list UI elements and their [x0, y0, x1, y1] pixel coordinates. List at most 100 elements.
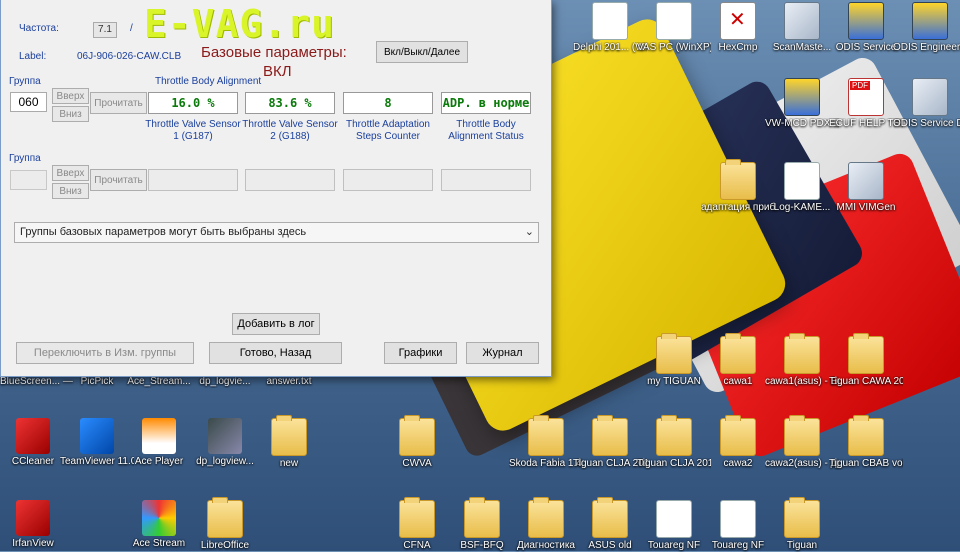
desktop-icon-delphi[interactable]: Delphi 201... (WinXP) — [573, 2, 647, 54]
group2-up-button[interactable]: Вверх — [52, 165, 89, 181]
desktop-icon-my-tiguan[interactable]: my TIGUAN — [637, 333, 711, 388]
desktop-icon-log-kame[interactable]: Log-KAME... — [765, 162, 839, 214]
desktop-icon-odis-diagnostic[interactable]: ODIS Service Diagnostic... — [893, 78, 960, 130]
desktop-icon-libreoffice[interactable]: LibreOffice — [188, 497, 262, 552]
hexcmp-icon — [720, 2, 756, 40]
group2-value-3 — [343, 169, 433, 191]
basic-groups-dropdown[interactable]: Группы базовых параметров могут быть выб… — [14, 222, 539, 243]
folder-icon — [399, 497, 435, 538]
ccleaner-icon — [16, 418, 50, 454]
group2-value-4 — [441, 169, 531, 191]
odis-engineering-icon — [912, 2, 948, 40]
folder-icon — [207, 497, 243, 538]
pdx-builder-icon — [784, 78, 820, 116]
desktop-icon-ace-stream-2[interactable]: Ace Stream — [122, 500, 196, 550]
group1-caption-4: Throttle Body Alignment Status — [448, 119, 524, 142]
group2-number-input[interactable] — [10, 170, 47, 190]
group1-up-button[interactable]: Вверх — [52, 88, 89, 104]
desktop-icon-ace-player[interactable]: Ace Player — [122, 418, 196, 468]
delphi-icon — [592, 2, 628, 40]
desktop-icon-cawa1-asus[interactable]: cawa1(asus) - Evander1... — [765, 333, 839, 388]
desktop-icon-odis-engineering[interactable]: ODIS Engineering — [893, 2, 960, 54]
folder-icon — [656, 333, 692, 374]
folder-icon — [720, 333, 756, 374]
desktop-icon-bsf-bfq[interactable]: BSF-BFQ — [445, 497, 519, 552]
folder-icon — [656, 500, 692, 538]
toggle-next-button[interactable]: Вкл/Выкл/Далее — [376, 41, 468, 63]
done-back-button[interactable]: Готово, Назад — [209, 342, 342, 364]
desktop-icon-tiguan-clja-2[interactable]: Tiguan CLJA 2012_Max... — [637, 415, 711, 470]
vas-pc-icon — [656, 2, 692, 40]
vimgen-icon — [848, 162, 884, 200]
desktop-icon-touareg-nf-2[interactable]: Touareg NF — [701, 500, 775, 552]
folder-icon — [720, 415, 756, 456]
desktop-icon-skoda-fabia[interactable]: Skoda Fabia 1.4 BXW K... — [509, 415, 583, 470]
desktop-icon-cawa1[interactable]: cawa1 — [701, 333, 775, 388]
group1-read-button[interactable]: Прочитать — [90, 92, 147, 114]
folder-icon — [592, 415, 628, 456]
desktop-icon-pdx-builder[interactable]: VW-MCD PDX-Builder — [765, 78, 839, 130]
group1-number-input[interactable]: 060 — [10, 92, 47, 112]
switch-to-measuring-groups-button[interactable]: Переключить в Изм. группы — [16, 342, 194, 364]
group2-down-button[interactable]: Вниз — [52, 183, 89, 199]
group1-caption-3: Throttle Adaptation Steps Counter — [346, 119, 430, 142]
folder-icon — [848, 333, 884, 374]
folder-icon — [464, 497, 500, 538]
folder-icon — [720, 500, 756, 538]
frequency-value: 7.1 — [93, 22, 117, 38]
desktop-icon-tiguan-cbab[interactable]: Tiguan CBAB volks-ebur... — [829, 415, 903, 470]
add-to-log-button[interactable]: Добавить в лог — [232, 313, 320, 335]
desktop-icon-dp-logview-1[interactable]: dp_logvie... — [188, 376, 262, 388]
label-file: 06J-906-026-CAW.CLB — [77, 51, 182, 62]
group1-down-button[interactable]: Вниз — [52, 106, 89, 122]
desktop-icon-tiguan-clja-1[interactable]: Tiguan CLJA 2012 89126... — [573, 415, 647, 470]
dropdown-selected-text: Группы базовых параметров могут быть выб… — [20, 226, 307, 238]
desktop-icon-diagnostics[interactable]: Диагностика — [509, 497, 583, 552]
folder-icon — [720, 159, 756, 200]
group1-value-4: ADP. в норме — [441, 92, 531, 114]
basic-settings-state: ВКЛ — [263, 63, 292, 80]
basic-settings-window: Частота: 7.1 / E-VAG.ru Label: 06J-906-0… — [0, 0, 552, 377]
desktop-icon-new-folder[interactable]: new — [252, 415, 326, 470]
group1-value-2: 83.6 % — [245, 92, 335, 114]
desktop-icon-scanmaster[interactable]: ScanMaste... — [765, 2, 839, 54]
desktop-icon-cfna[interactable]: CFNA — [380, 497, 454, 552]
folder-icon — [528, 497, 564, 538]
odis-service-icon — [848, 2, 884, 40]
desktop-icon-touareg-nf-1[interactable]: Touareg NF — [637, 500, 711, 552]
desktop-icon-ace-stream-1[interactable]: Ace_Stream... — [122, 376, 196, 388]
scanmaster-icon — [784, 2, 820, 40]
folder-icon — [271, 415, 307, 456]
graphs-button[interactable]: Графики — [384, 342, 457, 364]
group2-caption: Группа — [9, 153, 41, 164]
desktop-icon-answer-txt[interactable]: answer.txt — [252, 376, 326, 388]
desktop-icon-hexcmp[interactable]: HexCmp — [701, 2, 775, 54]
desktop-icon-dp-logview-2[interactable]: dp_logview... — [188, 418, 262, 468]
group1-value-1: 16.0 % — [148, 92, 238, 114]
folder-icon — [399, 415, 435, 456]
desktop-icon-irfanview[interactable]: IrfanView — [0, 500, 70, 550]
journal-button[interactable]: Журнал — [466, 342, 539, 364]
group1-title: Throttle Body Alignment — [155, 76, 262, 87]
group2-read-button[interactable]: Прочитать — [90, 169, 147, 191]
desktop-icon-cwva[interactable]: CWVA — [380, 415, 454, 470]
desktop-icon-vas-pc[interactable]: VAS PC (WinXP) — [637, 2, 711, 54]
desktop-icon-tiguan[interactable]: Tiguan — [765, 497, 839, 552]
desktop-icon-tiguan-cawa[interactable]: Tiguan CAWA 201... — [829, 333, 903, 388]
desktop-icon-mmi-vimgen[interactable]: MMI VIMGen — [829, 162, 903, 214]
desktop-icon-ecuf-pdf[interactable]: ECUF HELP TRICORE.pdf — [829, 78, 903, 130]
group1-caption: Группа — [9, 76, 41, 87]
desktop-icon-asus-old[interactable]: ASUS old — [573, 497, 647, 552]
desktop-icon-cawa2-asus[interactable]: cawa2(asus) - друг Eva... — [765, 415, 839, 470]
desktop-icon-cawa2[interactable]: cawa2 — [701, 415, 775, 470]
folder-icon — [784, 497, 820, 538]
desktop-icon-odis-service[interactable]: ODIS Service — [829, 2, 903, 54]
pdf-icon — [848, 78, 884, 116]
document-icon — [784, 162, 820, 200]
label-caption: Label: — [19, 51, 47, 62]
acestream-icon — [142, 500, 176, 536]
group1-caption-1: Throttle Valve Sensor 1 (G187) — [145, 119, 241, 142]
desktop-icon-adaptation-folder[interactable]: адаптация приборки — [701, 159, 775, 214]
folder-icon — [592, 497, 628, 538]
chevron-down-icon: ⌄ — [524, 226, 534, 238]
